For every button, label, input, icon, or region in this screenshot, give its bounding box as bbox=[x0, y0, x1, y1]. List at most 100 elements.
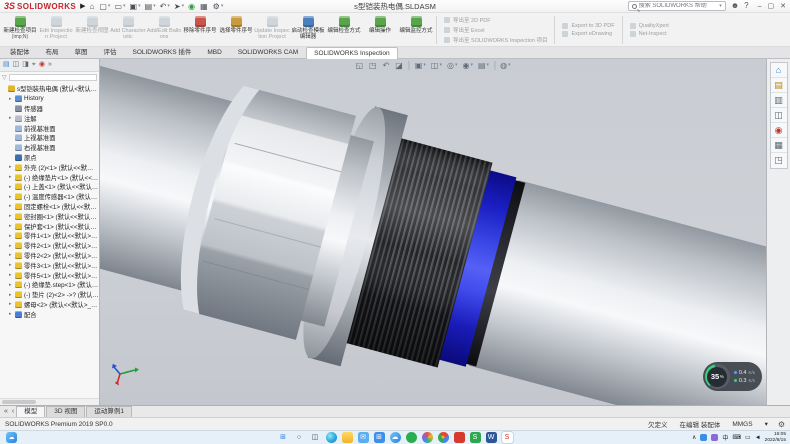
tree-item[interactable]: ▸ 零件1<1> (默认<<默认>_显示状态- bbox=[0, 231, 99, 241]
tray-icon[interactable]: ◄ bbox=[755, 435, 761, 441]
window-control-button[interactable]: ✕ bbox=[780, 2, 786, 10]
command-tab[interactable]: SOLIDWORKS Inspection bbox=[306, 47, 398, 59]
status-item[interactable]: 欠定义 bbox=[648, 419, 668, 429]
task-pane-tab-icon[interactable]: ▤ bbox=[771, 78, 787, 93]
search-input[interactable] bbox=[639, 3, 717, 9]
task-pane-tab-icon[interactable]: ◳ bbox=[771, 153, 787, 168]
view-tool-icon[interactable] bbox=[409, 61, 410, 70]
tree-item[interactable]: ▸ 外壳 (2)<1> (默认<<默认>_显示状态 bbox=[0, 162, 99, 172]
filter-funnel-icon[interactable]: ▽ bbox=[2, 74, 7, 81]
taskbar-app-icon[interactable]: ⊞ bbox=[278, 432, 289, 443]
view-tool-icon[interactable]: ◱ bbox=[355, 60, 364, 71]
tree-item[interactable]: ▸ (-) 绝缘垫片<1> (默认<<默认>_显示 bbox=[0, 172, 99, 182]
window-control-button[interactable]: ▢ bbox=[768, 2, 775, 10]
quick-access-button[interactable]: ⚙ ▾ bbox=[213, 2, 224, 11]
command-tab[interactable]: 装配体 bbox=[2, 46, 38, 58]
command-button[interactable]: 编辑操作 bbox=[362, 14, 398, 46]
tree-item[interactable]: ▸ 配合 bbox=[0, 309, 99, 319]
filter-input[interactable] bbox=[9, 74, 97, 81]
command-button[interactable]: Add Characteristic bbox=[110, 14, 146, 46]
tree-item[interactable]: ▸ (-) 垫片 (2)<2> ->? (默认<<默认>_ bbox=[0, 290, 99, 300]
command-tab[interactable]: 草图 bbox=[67, 46, 96, 58]
feature-manager-tab-icon[interactable]: ◨ bbox=[22, 59, 29, 71]
tree-item[interactable]: ▸ 零件3<1> (默认<<默认>_显示状态- bbox=[0, 260, 99, 270]
status-item[interactable]: 在编辑 装配体 bbox=[680, 419, 721, 429]
tree-item[interactable]: ▸ 固定螺栓<1> (默认<<默认>_显示状 bbox=[0, 202, 99, 212]
tree-item[interactable]: ▸ 保护套<1> (默认<<默认>_显示状态 bbox=[0, 221, 99, 231]
taskbar-clock[interactable]: 16:05 2022/8/15 bbox=[765, 432, 786, 443]
view-tool-icon[interactable]: ◳ bbox=[369, 60, 378, 71]
tree-item[interactable]: ▸ 注解 bbox=[0, 113, 99, 123]
widgets-weather-icon[interactable]: ☁ bbox=[6, 432, 17, 443]
command-button[interactable]: Update Inspection Project bbox=[254, 14, 290, 46]
tray-icon[interactable]: 中 bbox=[722, 433, 728, 442]
view-tool-icon[interactable]: ◫ ▾ bbox=[431, 60, 442, 71]
taskbar-app-icon[interactable]: ☁ bbox=[390, 432, 401, 443]
tree-horizontal-scrollbar[interactable] bbox=[0, 398, 99, 405]
command-button[interactable]: 新建检查项目 (imp;N) bbox=[2, 14, 38, 46]
task-pane-tab-icon[interactable]: ▦ bbox=[771, 138, 787, 153]
quick-access-button[interactable]: ▢ ▾ bbox=[99, 2, 110, 11]
status-item[interactable]: ▾ bbox=[765, 420, 768, 428]
tray-icon[interactable]: ∧ bbox=[692, 434, 696, 441]
view-tool-icon[interactable]: ◎ ▾ bbox=[447, 60, 458, 71]
tree-item[interactable]: ▸ 密封圈<1> (默认<<默认>_显示状态 bbox=[0, 211, 99, 221]
quick-access-button[interactable]: ◉ bbox=[188, 2, 196, 11]
quick-access-button[interactable]: ▤ ▾ bbox=[145, 2, 156, 11]
taskbar-app-icon[interactable]: S bbox=[502, 432, 513, 443]
help-search-box[interactable]: ▾ bbox=[628, 1, 726, 11]
sign-in-icon[interactable]: ☻ bbox=[731, 1, 739, 11]
command-tab[interactable]: SOLIDWORKS CAM bbox=[230, 46, 306, 58]
taskbar-app-icon[interactable] bbox=[422, 432, 433, 443]
taskbar-app-icon[interactable]: ● bbox=[438, 432, 449, 443]
tree-item[interactable]: ▸ 零件5<1> (默认<<默认>_显示状态- bbox=[0, 270, 99, 280]
view-tool-icon[interactable]: ▣ ▾ bbox=[415, 60, 426, 71]
tree-item[interactable]: 上视基准面 bbox=[0, 133, 99, 143]
quick-access-button[interactable]: ➤ ▾ bbox=[174, 2, 184, 11]
tree-item[interactable]: ▸ 零件2<1> (默认<<默认>_显示状态- bbox=[0, 241, 99, 251]
export-button[interactable]: Net-Inspect bbox=[630, 31, 669, 37]
view-tool-icon[interactable]: ◉ ▾ bbox=[462, 60, 473, 71]
taskbar-app-icon[interactable] bbox=[406, 432, 417, 443]
tray-icon[interactable]: ▭ bbox=[745, 434, 751, 441]
tree-item[interactable]: ▸ (-) 绝缘垫.step<1> (默认<<默认>_ bbox=[0, 280, 99, 290]
export-button[interactable]: 导出至 SOLIDWORKS Inspection 项目 bbox=[444, 36, 547, 44]
command-button[interactable]: 编辑检查方式 bbox=[326, 14, 362, 46]
taskbar-app-icon[interactable]: ⊞ bbox=[374, 432, 385, 443]
tree-item[interactable]: ▸ (-) 温度传感器<1> (默认<<默认>_显 bbox=[0, 192, 99, 202]
export-button[interactable]: Export to 3D PDF bbox=[562, 23, 614, 29]
command-tab[interactable]: 评估 bbox=[96, 46, 125, 58]
taskbar-app-icon[interactable] bbox=[326, 432, 337, 443]
view-tool-icon[interactable]: ↶ bbox=[383, 60, 391, 71]
export-button[interactable]: 导出至 2D PDF bbox=[444, 16, 547, 24]
view-tab-nav-arrow[interactable]: « bbox=[2, 406, 10, 417]
feature-manager-tab-icon[interactable]: ◫ bbox=[13, 59, 20, 71]
view-tab[interactable]: 运动算例1 bbox=[86, 406, 132, 417]
export-button[interactable]: QualityXpert bbox=[630, 23, 669, 29]
graphics-viewport[interactable]: ◱ ◳ ↶ ◪ ▣ bbox=[100, 59, 766, 405]
command-button[interactable]: Add/Edit Balloons bbox=[146, 14, 182, 46]
task-pane-tab-icon[interactable]: ◫ bbox=[771, 108, 787, 123]
command-tab[interactable]: MBD bbox=[199, 46, 229, 58]
feature-manager-tab-icon[interactable]: ◉ bbox=[39, 59, 45, 71]
taskbar-app-icon[interactable] bbox=[342, 432, 353, 443]
tray-icon[interactable] bbox=[700, 434, 707, 441]
command-button[interactable]: 编辑监控方式 bbox=[398, 14, 434, 46]
command-button[interactable]: Edit Inspection Project bbox=[38, 14, 74, 46]
tree-item[interactable]: 前视基准面 bbox=[0, 123, 99, 133]
search-chevron-icon[interactable]: ▾ bbox=[719, 3, 722, 9]
taskbar-app-icon[interactable] bbox=[454, 432, 465, 443]
view-tool-icon[interactable]: ◪ bbox=[395, 60, 404, 71]
view-tool-icon[interactable]: ◍ ▾ bbox=[500, 60, 511, 71]
taskbar-app-icon[interactable]: ✉ bbox=[358, 432, 369, 443]
status-item[interactable]: MMGS bbox=[732, 421, 752, 428]
quick-access-button[interactable]: ⌂ bbox=[90, 2, 96, 11]
command-tab[interactable]: 布局 bbox=[38, 46, 67, 58]
view-tab[interactable]: 3D 视图 bbox=[46, 406, 85, 417]
export-button[interactable]: 导出至 Excel bbox=[444, 26, 547, 34]
quick-access-button[interactable]: ↶ ▾ bbox=[160, 2, 170, 11]
taskbar-app-icon[interactable]: ◫ bbox=[310, 432, 321, 443]
window-control-button[interactable]: – bbox=[758, 3, 762, 10]
taskbar-app-icon[interactable]: W bbox=[486, 432, 497, 443]
task-pane-tab-icon[interactable]: ▥ bbox=[771, 93, 787, 108]
